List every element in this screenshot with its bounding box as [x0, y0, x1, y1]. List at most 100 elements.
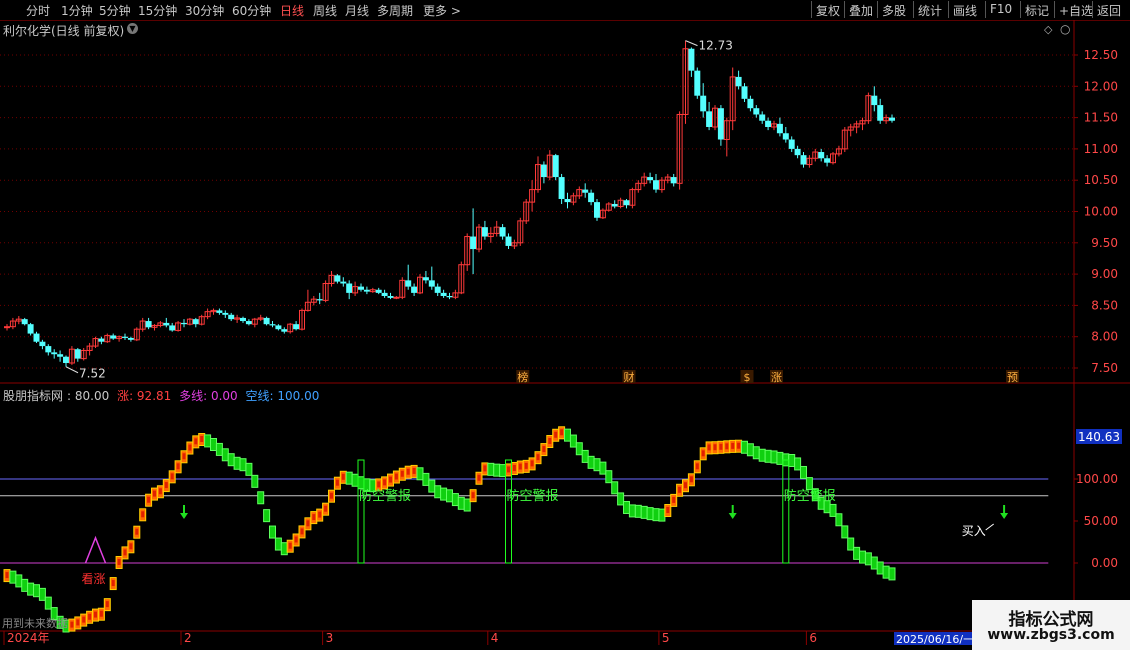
price-tick-label-2: 8.50 [1091, 298, 1118, 312]
indicator-segment [600, 462, 606, 474]
indicator-segment [653, 509, 659, 521]
event-marker-2: $ [744, 371, 751, 384]
candle-body [358, 286, 364, 290]
indicator-segment [240, 459, 246, 471]
indicator-segment-core [330, 492, 333, 499]
indicator-segment-core [536, 454, 540, 461]
indicator-segment-core [141, 511, 145, 518]
indicator-segment [883, 566, 889, 578]
indicator-segment-core [318, 511, 322, 518]
indicator-segment [742, 441, 747, 453]
candle-body [363, 289, 370, 292]
indicator-segment-core [518, 463, 522, 470]
indicator-segment [570, 435, 576, 447]
candle-body [759, 114, 766, 121]
indicator-segment [211, 438, 216, 450]
indicator-segment-core [82, 616, 86, 623]
indicator-segment-core [672, 496, 676, 503]
indicator-segment-core [306, 520, 310, 527]
warning-bar-0 [357, 459, 365, 564]
indicator-segment [252, 475, 258, 487]
indicator-segment-core [471, 492, 475, 499]
ind-tick-label-1: 50.00 [1084, 514, 1118, 528]
indicator-segment-core [288, 542, 292, 549]
ind-tick-label-2: 100.00 [1076, 472, 1118, 486]
indicator-segment-core [512, 464, 516, 471]
indicator-segment-core [105, 601, 109, 608]
indicator-segment [447, 490, 452, 502]
indicator-segment [860, 551, 865, 563]
indicator-segment-core [524, 462, 528, 469]
indicator-segment-core [294, 536, 298, 543]
candle-body [216, 310, 223, 313]
indicator-segment [205, 435, 211, 447]
indicator-segment [39, 588, 45, 600]
date-label-1: 2 [184, 631, 192, 645]
date-label-2: 3 [326, 631, 334, 645]
indicator-segment-core [389, 476, 392, 483]
candle-body [558, 177, 565, 199]
candle-body [316, 299, 323, 301]
indicator-segment-core [94, 611, 97, 618]
candle-body [375, 289, 382, 293]
indicator-segment-core [188, 444, 192, 451]
indicator-segment [771, 451, 777, 463]
indicator-segment [889, 568, 895, 580]
candle-body [434, 286, 441, 293]
high-pointer [685, 40, 698, 47]
candle-body [440, 292, 447, 297]
candle-body [564, 198, 571, 203]
candle-body [387, 296, 394, 298]
indicator-segment-core [182, 453, 186, 460]
indicator-segment-core [560, 429, 564, 436]
warning-text-2: 防空警报 [784, 488, 836, 504]
indicator-segment-core [117, 558, 121, 565]
candle-body [481, 227, 488, 237]
indicator-segment [594, 459, 600, 471]
candle-body [293, 324, 300, 330]
indicator-segment [358, 477, 364, 489]
indicator-segment-core [194, 438, 198, 445]
candle-body [27, 324, 34, 334]
current-value-label: 140.63 [1078, 430, 1120, 444]
down-arrow-1 [728, 513, 737, 519]
indicator-segment-core [689, 476, 693, 483]
indicator-segment-core [383, 479, 387, 486]
indicator-segment [429, 480, 435, 492]
indicator-segment-core [158, 488, 162, 495]
candle-body [192, 319, 199, 325]
watermark: 指标公式网 www.zbgs3.com [972, 600, 1130, 650]
candle-body [228, 314, 235, 320]
candle-body [381, 292, 388, 297]
candle-body [275, 325, 282, 330]
buy-pointer [985, 523, 995, 531]
candle-body [753, 108, 760, 115]
indicator-segment [877, 562, 883, 574]
candle-body [540, 164, 547, 178]
candle-body [340, 281, 347, 284]
down-arrow-2 [1000, 513, 1009, 519]
candle-body [717, 108, 724, 140]
indicator-segment [753, 447, 759, 459]
event-marker-1: 财 [624, 370, 635, 384]
indicator-segment [435, 486, 441, 498]
chart-canvas: 7.50 8.00 8.50 9.00 9.50 10.00 10.50 11.00 11.50… [0, 20, 1130, 650]
indicator-segment [854, 547, 860, 559]
candle-body [647, 177, 654, 181]
price-tick-label-3: 9.00 [1091, 267, 1118, 281]
indicator-segment [759, 449, 765, 461]
price-tick-label-8: 11.50 [1084, 111, 1118, 125]
indicator-segment-core [406, 468, 410, 475]
candle-body [169, 325, 176, 331]
date-label-5: 6 [809, 631, 817, 645]
candle-body [670, 177, 677, 184]
indicator-segment-core [483, 465, 487, 472]
indicator-segment [34, 585, 39, 597]
indicator-segment-core [135, 528, 139, 535]
indicator-segment-core [666, 507, 670, 514]
indicator-segment-core [394, 473, 398, 480]
indicator-segment [346, 472, 352, 484]
indicator-segment [417, 468, 423, 480]
indicator-segment [222, 449, 228, 461]
indicator-segment-core [548, 437, 552, 444]
